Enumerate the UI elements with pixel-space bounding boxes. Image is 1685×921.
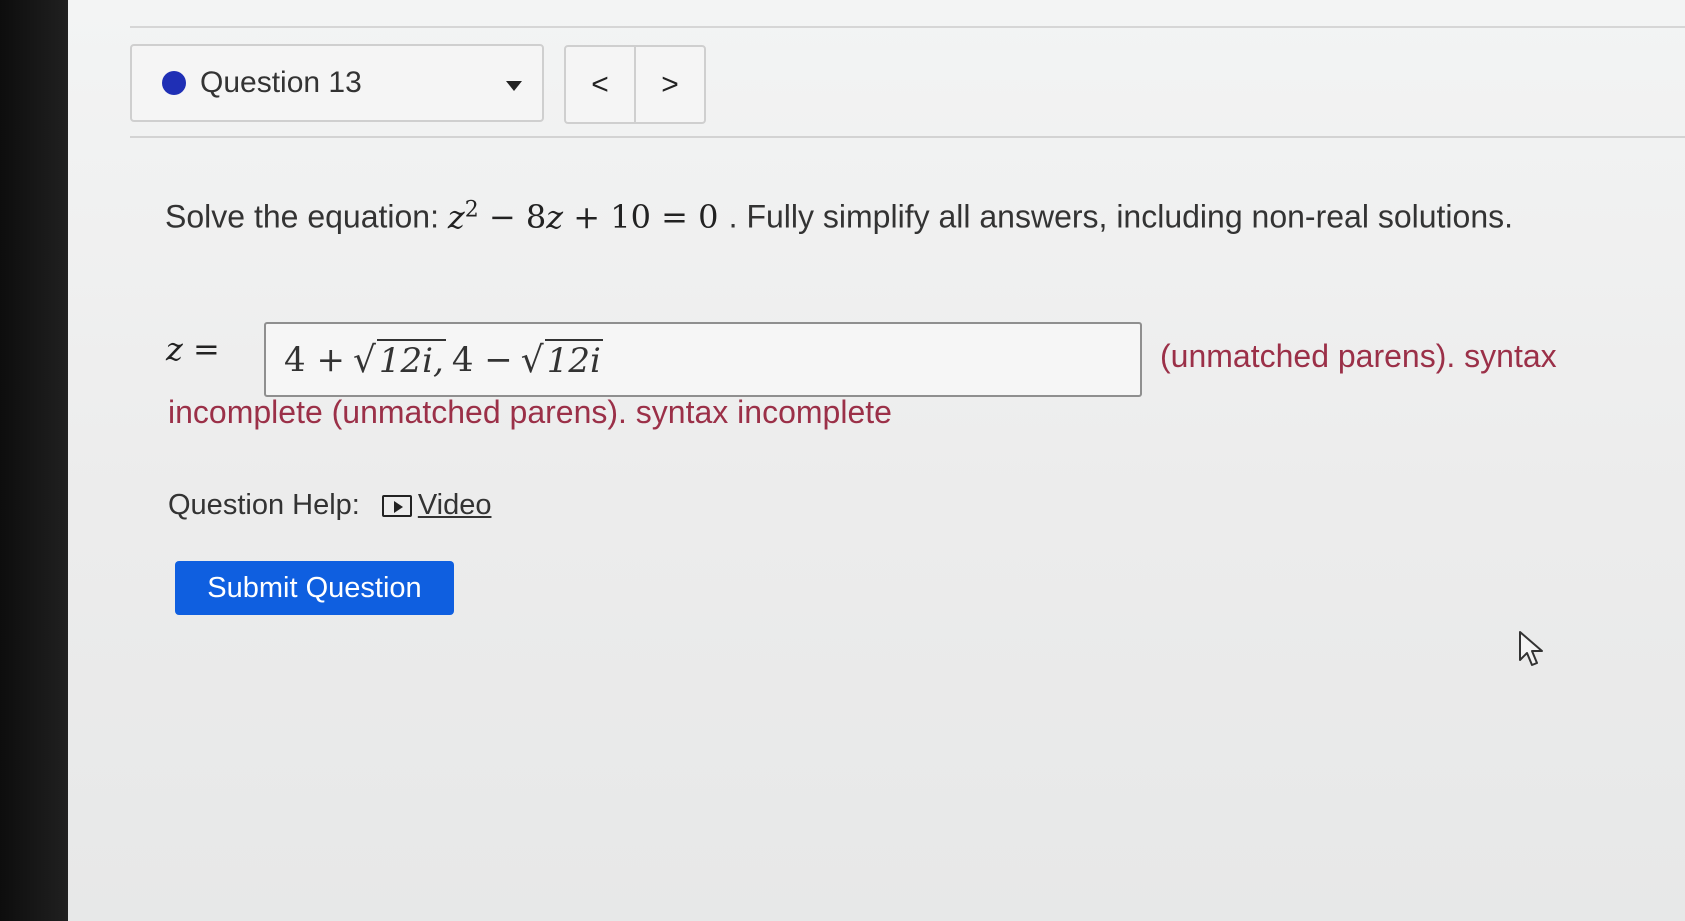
top-divider — [130, 26, 1685, 28]
mouse-cursor-icon — [1519, 631, 1543, 666]
question-nav: < > — [564, 45, 706, 124]
status-dot-icon — [162, 71, 186, 95]
answer-term-1: 4 + — [284, 339, 345, 380]
chevron-left-icon: < — [591, 67, 609, 101]
prev-question-button[interactable]: < — [566, 47, 634, 122]
question-help: Question Help: Video — [168, 489, 491, 522]
video-link[interactable]: Video — [381, 489, 492, 522]
video-link-text: Video — [417, 489, 492, 521]
error-message-line-2: incomplete (unmatched parens). syntax in… — [168, 394, 892, 430]
sqrt-expression-1: √ 12i, — [352, 338, 446, 381]
radical-icon: √ — [520, 339, 544, 381]
question-help-label: Question Help: — [168, 489, 360, 521]
answer-label-text: z = — [166, 330, 220, 368]
equation-var-2: z — [546, 197, 564, 236]
radicand-1: 12i, — [378, 340, 444, 381]
submit-question-button[interactable]: Submit Question — [175, 561, 454, 615]
equation-term: − 8 — [488, 197, 547, 236]
prompt-lead: Solve the equation: — [165, 198, 439, 235]
equation: z2 − 8z + 10 = 0 — [447, 197, 729, 236]
answer-input[interactable]: 4 + √ 12i, 4 − √ 12i — [264, 322, 1142, 397]
video-play-icon — [381, 494, 412, 517]
prompt-tail: . Fully simplify all answers, including … — [728, 198, 1513, 235]
question-selector-label: Question 13 — [200, 66, 362, 99]
equation-var: z — [447, 197, 465, 236]
chevron-right-icon: > — [661, 67, 679, 101]
sqrt-expression-2: √ 12i — [520, 338, 603, 381]
question-prompt: Solve the equation: z2 − 8z + 10 = 0 . F… — [165, 186, 1565, 241]
radicand-2: 12i — [546, 340, 601, 381]
answer-label: z = — [166, 330, 220, 368]
error-message-line-1: (unmatched parens). syntax — [1160, 338, 1557, 374]
radical-icon: √ — [352, 339, 376, 381]
answer-term-2: 4 − — [451, 339, 513, 380]
header-divider — [130, 136, 1685, 138]
next-question-button[interactable]: > — [634, 47, 704, 122]
question-selector[interactable]: Question 13 — [130, 44, 544, 122]
page: Question 13 < > Solve the equation: z2 −… — [68, 0, 1685, 921]
caret-down-icon — [506, 81, 522, 91]
equation-rhs: + 10 = 0 — [573, 197, 719, 236]
equation-exponent: 2 — [464, 197, 479, 222]
